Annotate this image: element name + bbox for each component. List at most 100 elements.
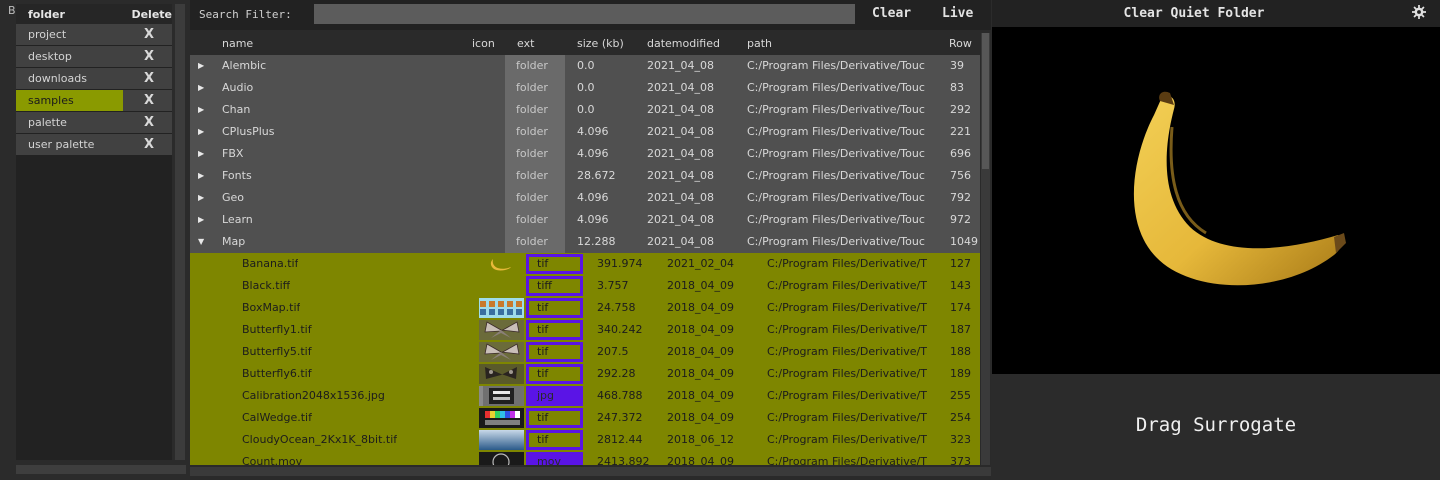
row-datemodified: 2021_04_08 (647, 125, 714, 138)
folder-item[interactable]: palette X (16, 112, 172, 133)
row-path: C:/Program Files/Derivative/T (767, 301, 927, 314)
expand-arrow-icon[interactable]: ▶ (198, 143, 204, 165)
expand-arrow-icon[interactable]: ▶ (198, 55, 204, 77)
image-preview (992, 27, 1440, 374)
row-size: 4.096 (577, 147, 609, 160)
collapse-arrow-icon[interactable]: ▼ (198, 231, 204, 253)
table-row[interactable]: ▶ Learn folder 4.096 2021_04_08 C:/Program Fi… (190, 209, 980, 231)
expand-arrow-icon[interactable]: ▶ (198, 121, 204, 143)
delete-folder-icon[interactable]: X (144, 134, 154, 155)
row-path: C:/Program Files/Derivative/T (767, 323, 927, 336)
folder-item[interactable]: downloads X (16, 68, 172, 89)
scrollbar-thumb[interactable] (982, 33, 989, 169)
delete-folder-icon[interactable]: X (144, 68, 154, 89)
table-row[interactable]: CloudyOcean_2Kx1K_8bit.tif tif 2812.44 2018… (190, 429, 980, 451)
row-index: 292 (950, 103, 971, 116)
row-datemodified: 2021_04_08 (647, 147, 714, 160)
folder-list-vertical-scrollbar[interactable] (175, 4, 185, 460)
search-filter-input[interactable] (314, 4, 855, 24)
row-path: C:/Program Files/Derivative/T (767, 345, 927, 358)
row-ext: folder (516, 103, 548, 116)
column-header-ext[interactable]: ext (517, 37, 534, 50)
folder-item[interactable]: samples X (16, 90, 172, 111)
row-datemodified: 2018_04_09 (667, 323, 734, 336)
table-row[interactable]: ▶ Fonts folder 28.672 2021_04_08 C:/Program F… (190, 165, 980, 187)
row-name: Geo (222, 191, 245, 204)
table-row[interactable]: Butterfly6.tif tif 292.28 2018_04_09 C:/Prog… (190, 363, 980, 385)
row-ext: tif (526, 342, 583, 362)
table-row[interactable]: Butterfly1.tif tif 340.242 2018_04_09 C:/Pro… (190, 319, 980, 341)
row-ext: mov (526, 452, 583, 465)
row-path: C:/Program Files/Derivative/T (767, 367, 927, 380)
table-row[interactable]: ▶ Audio folder 0.0 2021_04_08 C:/Program File… (190, 77, 980, 99)
folder-list-horizontal-scrollbar[interactable] (16, 465, 186, 474)
row-name: Chan (222, 103, 251, 116)
table-row[interactable]: ▶ CPlusPlus folder 4.096 2021_04_08 C:/Progra… (190, 121, 980, 143)
row-ext: folder (516, 147, 548, 160)
row-path: C:/Program Files/Derivative/Touc (747, 191, 925, 204)
gear-icon[interactable] (1412, 5, 1426, 19)
row-name: Butterfly5.tif (242, 345, 312, 358)
row-datemodified: 2018_04_09 (667, 301, 734, 314)
folder-item[interactable]: user palette X (16, 134, 172, 155)
row-ext: jpg (526, 386, 583, 406)
clear-button[interactable]: Clear (872, 6, 911, 21)
table-row[interactable]: Black.tiff tiff 3.757 2018_04_09 C:/Program … (190, 275, 980, 297)
row-size: 0.0 (577, 103, 595, 116)
column-header-icon[interactable]: icon (472, 37, 495, 50)
live-toggle-button[interactable]: Live (942, 6, 973, 21)
row-size: 12.288 (577, 235, 616, 248)
table-row[interactable]: ▼ Map folder 12.288 2021_04_08 C:/Program Fil… (190, 231, 980, 253)
table-row[interactable]: BoxMap.tif tif 24.758 2018_04_09 C:/Program … (190, 297, 980, 319)
row-size: 468.788 (597, 389, 643, 402)
table-row[interactable]: ▶ Alembic folder 0.0 2021_04_08 C:/Program Fi… (190, 55, 980, 77)
expand-arrow-icon[interactable]: ▶ (198, 99, 204, 121)
delete-folder-icon[interactable]: X (144, 24, 154, 45)
row-datemodified: 2021_04_08 (647, 235, 714, 248)
table-row[interactable]: ▶ Geo folder 4.096 2021_04_08 C:/Program File… (190, 187, 980, 209)
folder-list: project Xdesktop X downloads Xsamples Xpalett… (16, 24, 172, 155)
column-header-size[interactable]: size (kb) (577, 37, 624, 50)
column-header-datemodified[interactable]: datemodified (647, 37, 720, 50)
row-index: 39 (950, 59, 964, 72)
expand-arrow-icon[interactable]: ▶ (198, 187, 204, 209)
column-header-row[interactable]: Row (949, 37, 972, 50)
row-size: 0.0 (577, 59, 595, 72)
row-path: C:/Program Files/Derivative/Touc (747, 235, 925, 248)
row-index: 792 (950, 191, 971, 204)
expand-arrow-icon[interactable]: ▶ (198, 165, 204, 187)
row-size: 2413.892 (597, 455, 650, 465)
expand-arrow-icon[interactable]: ▶ (198, 209, 204, 231)
row-size: 292.28 (597, 367, 636, 380)
folder-item[interactable]: desktop X (16, 46, 172, 67)
row-ext: tif (526, 408, 583, 428)
row-path: C:/Program Files/Derivative/T (767, 411, 927, 424)
table-row[interactable]: ▶ FBX folder 4.096 2021_04_08 C:/Program File… (190, 143, 980, 165)
expand-arrow-icon[interactable]: ▶ (198, 77, 204, 99)
delete-folder-icon[interactable]: X (144, 46, 154, 67)
column-header-path[interactable]: path (747, 37, 772, 50)
file-table-vertical-scrollbar[interactable] (981, 33, 990, 465)
table-row[interactable]: Calibration2048x1536.jpg jpg 468.788 2018_0… (190, 385, 980, 407)
row-name: Calibration2048x1536.jpg (242, 389, 385, 402)
thumbnail-butterfly-icon (479, 320, 524, 340)
delete-folder-icon[interactable]: X (144, 90, 154, 111)
drag-surrogate-zone[interactable]: Drag Surrogate (992, 374, 1440, 480)
row-size: 4.096 (577, 191, 609, 204)
table-row[interactable]: Count.mov mov 2413.892 2018_04_09 C:/Program… (190, 451, 980, 465)
row-size: 3.757 (597, 279, 629, 292)
table-row[interactable]: ▶ Chan folder 0.0 2021_04_08 C:/Program Files… (190, 99, 980, 121)
table-row[interactable]: Butterfly5.tif tif 207.5 2018_04_09 C:/Progr… (190, 341, 980, 363)
folder-item-label: downloads (28, 72, 87, 85)
row-path: C:/Program Files/Derivative/T (767, 455, 927, 465)
row-name: Learn (222, 213, 253, 226)
file-table-horizontal-scrollbar[interactable] (190, 467, 991, 476)
table-row[interactable]: CalWedge.tif tif 247.372 2018_04_09 C:/Progr… (190, 407, 980, 429)
row-ext: folder (516, 213, 548, 226)
delete-folder-icon[interactable]: X (144, 112, 154, 133)
folder-item[interactable]: project X (16, 24, 172, 45)
column-header-name[interactable]: name (222, 37, 253, 50)
table-row[interactable]: Banana.tif tif 391.974 2021_02_04 C:/Program… (190, 253, 980, 275)
row-index: 188 (950, 345, 971, 358)
row-index: 127 (950, 257, 971, 270)
